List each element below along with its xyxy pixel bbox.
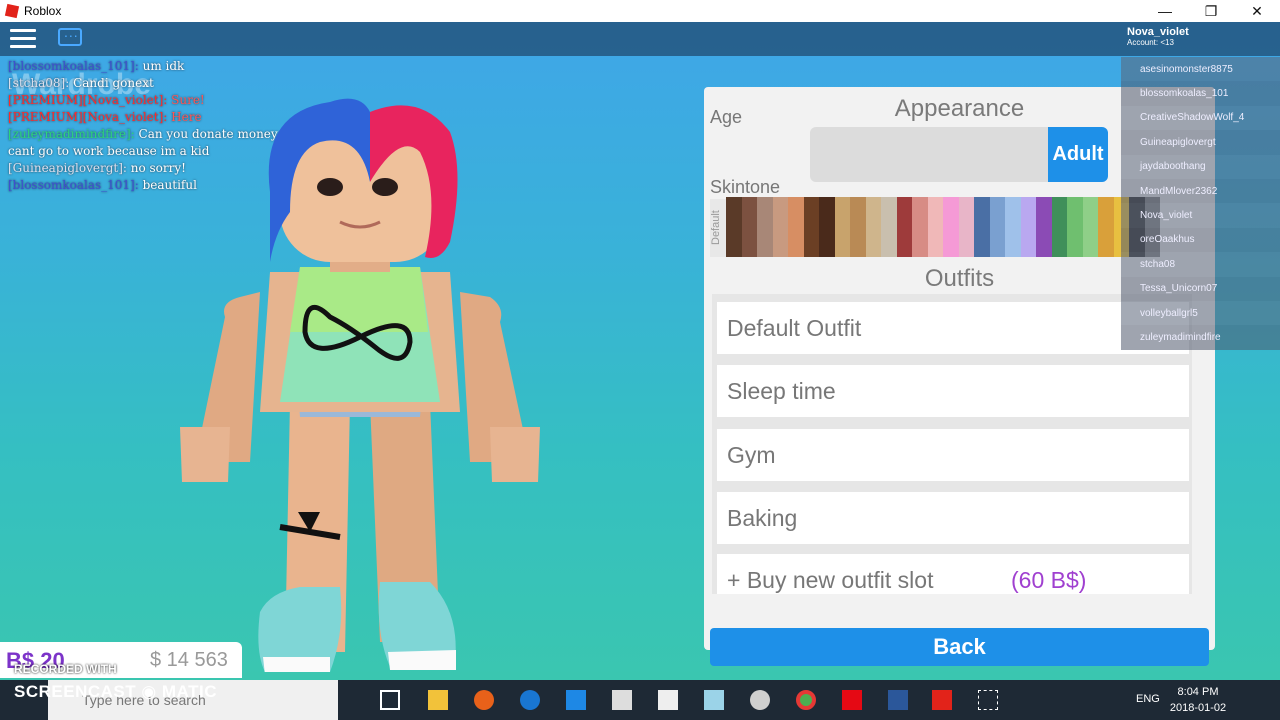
window-titlebar: Roblox — ❐ ✕ xyxy=(0,0,1280,22)
skintone-swatch[interactable] xyxy=(788,197,804,257)
skintone-swatch[interactable] xyxy=(958,197,974,257)
back-button[interactable]: Back xyxy=(710,628,1209,666)
account-info: Nova_violet Account: <13 xyxy=(1127,26,1189,47)
player-list-item[interactable]: zuleymadimindfire xyxy=(1121,325,1280,350)
player-list-item[interactable]: MandMlover2362 xyxy=(1121,178,1280,204)
skintone-default-button[interactable]: Default xyxy=(710,199,726,257)
skintone-swatch[interactable] xyxy=(896,197,912,257)
outfits-list[interactable]: Default Outfit Sleep time Gym Baking + B… xyxy=(712,294,1192,594)
skintone-swatch[interactable] xyxy=(850,197,866,257)
roblox-taskbar-icon[interactable] xyxy=(932,690,952,710)
chat-sender: [zuleymadimindfire]: xyxy=(8,127,135,141)
skintone-swatch[interactable] xyxy=(819,197,835,257)
edge-icon[interactable] xyxy=(520,690,540,710)
buy-slot-price: (60 B$) xyxy=(1011,566,1087,593)
task-view-icon[interactable] xyxy=(380,690,400,710)
roblox-logo-icon xyxy=(4,3,20,19)
netflix-icon[interactable] xyxy=(842,690,862,710)
snipping-icon[interactable] xyxy=(978,690,998,710)
adult-button[interactable]: Adult xyxy=(1048,127,1108,182)
skintone-swatch[interactable] xyxy=(803,197,819,257)
skintone-swatch[interactable] xyxy=(1036,197,1052,257)
chat-sender: [stcha08]: xyxy=(8,76,70,90)
skintone-swatch[interactable] xyxy=(757,197,773,257)
outfit-item[interactable]: Sleep time xyxy=(717,365,1189,417)
file-explorer-icon[interactable] xyxy=(428,690,448,710)
store-icon[interactable] xyxy=(612,690,632,710)
cash-balance: $ 14 563 xyxy=(150,649,228,671)
player-list-item[interactable]: blossomkoalas_101 xyxy=(1121,81,1280,106)
player-list-item[interactable]: jaydaboothang xyxy=(1121,154,1280,179)
skintone-swatch[interactable] xyxy=(772,197,788,257)
player-list: asesinomonster8875 blossomkoalas_101 Creat… xyxy=(1121,57,1280,350)
window-title: Roblox xyxy=(24,4,62,18)
skintone-swatch[interactable] xyxy=(943,197,959,257)
player-list-item[interactable]: Guineapiglovergt xyxy=(1121,130,1280,155)
outfit-item[interactable]: Default Outfit xyxy=(717,302,1189,354)
chat-sender: [blossomkoalas_101]: xyxy=(8,59,139,73)
skintone-swatch[interactable] xyxy=(741,197,757,257)
player-list-item[interactable]: oreOaakhus xyxy=(1121,227,1280,253)
player-list-item[interactable]: Tessa_Unicorn07 xyxy=(1121,276,1280,301)
player-list-item[interactable]: stcha08 xyxy=(1121,252,1280,277)
chrome-icon[interactable] xyxy=(796,690,816,710)
screencast-watermark: SCREENCAST ◉ MATIC xyxy=(14,682,217,701)
recorded-with-label: RECORDED WITH xyxy=(14,662,117,676)
app-icon[interactable] xyxy=(750,690,770,710)
close-button[interactable]: ✕ xyxy=(1234,0,1280,22)
age-label: Age xyxy=(710,107,743,127)
buy-outfit-slot-button[interactable]: + Buy new outfit slot (60 B$) xyxy=(717,554,1189,594)
firefox-icon[interactable] xyxy=(474,690,494,710)
age-selector[interactable] xyxy=(810,127,1048,182)
chat-text: Candi gonext xyxy=(69,76,154,90)
word-icon[interactable] xyxy=(888,690,908,710)
skintone-swatch[interactable] xyxy=(1082,197,1098,257)
account-username: Nova_violet xyxy=(1127,26,1189,38)
mail-icon[interactable] xyxy=(658,690,678,710)
skintone-swatch[interactable] xyxy=(834,197,850,257)
taskbar-clock[interactable]: 8:04 PM 2018-01-02 xyxy=(1168,684,1228,716)
skintone-swatch[interactable] xyxy=(989,197,1005,257)
outfit-item[interactable]: Gym xyxy=(717,429,1189,481)
chat-toggle-icon[interactable] xyxy=(58,24,82,46)
chat-text: um idk xyxy=(138,59,185,73)
skintone-swatch[interactable] xyxy=(1005,197,1021,257)
outfit-item[interactable]: Baking xyxy=(717,492,1189,544)
player-list-item[interactable]: Nova_violet xyxy=(1121,203,1280,228)
skintone-swatch[interactable] xyxy=(865,197,881,257)
chat-sender: [PREMIUM][Nova_violet]: xyxy=(8,93,168,107)
roblox-topbar: Nova_violet Account: <13 xyxy=(0,22,1280,56)
language-indicator[interactable]: ENG xyxy=(1136,693,1160,705)
buy-slot-label: + Buy new outfit slot xyxy=(727,566,934,593)
skintone-swatch[interactable] xyxy=(974,197,990,257)
skintone-swatch[interactable] xyxy=(1020,197,1036,257)
player-list-item[interactable]: volleyballgrl5 xyxy=(1121,300,1280,326)
account-age: Account: <13 xyxy=(1127,38,1174,47)
skintone-swatch[interactable] xyxy=(881,197,897,257)
skintone-swatch[interactable] xyxy=(1067,197,1083,257)
chat-sender: [PREMIUM][Nova_violet]: xyxy=(8,110,168,124)
app-icon[interactable] xyxy=(566,690,586,710)
player-list-item[interactable]: CreativeShadowWolf_4 xyxy=(1121,105,1280,131)
skintone-swatch[interactable] xyxy=(726,197,742,257)
clock-date: 2018-01-02 xyxy=(1169,702,1227,714)
maximize-button[interactable]: ❐ xyxy=(1188,0,1234,22)
skintone-swatch[interactable] xyxy=(912,197,928,257)
minimize-button[interactable]: — xyxy=(1142,0,1188,22)
game-viewport[interactable]: Nova_violet Account: <13 Wardrobe [bloss… xyxy=(0,22,1280,680)
skintone-swatch[interactable] xyxy=(1098,197,1114,257)
chat-sender: [blossomkoalas_101]: xyxy=(8,178,139,192)
menu-icon[interactable] xyxy=(10,29,36,49)
avatar-character xyxy=(180,98,540,672)
skintone-swatch[interactable] xyxy=(1051,197,1067,257)
skintone-label: Skintone xyxy=(710,177,781,197)
skintone-swatch[interactable] xyxy=(927,197,943,257)
clock-time: 8:04 PM xyxy=(1177,686,1219,698)
chat-sender: [Guineapiglovergt]: xyxy=(8,161,127,175)
paint-icon[interactable] xyxy=(704,690,724,710)
player-list-item[interactable]: asesinomonster8875 xyxy=(1121,57,1280,82)
skintone-swatches xyxy=(726,197,1160,257)
